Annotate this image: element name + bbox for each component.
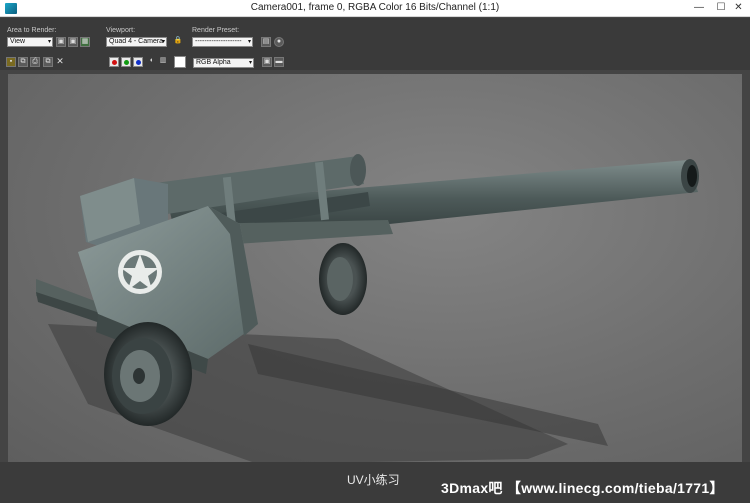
window-title: Camera001, frame 0, RGBA Color 16 Bits/C… — [250, 2, 500, 13]
blue-channel-toggle[interactable] — [133, 57, 143, 67]
chevron-down-icon: ▾ — [248, 60, 252, 66]
viewport-value: Quad 4 - Camera — [109, 38, 164, 45]
color-swatch[interactable] — [174, 56, 186, 68]
auto-region-button[interactable]: ▣ — [68, 37, 78, 47]
render-toolbar: Area to Render: View ▾ ▣ ▣ ▦ Viewport: Q… — [0, 18, 750, 70]
channel-display-dropdown[interactable]: RGB Alpha ▾ — [193, 58, 254, 68]
render-preset-label: Render Preset: — [192, 27, 240, 34]
chevron-down-icon: ▾ — [161, 39, 165, 45]
viewport-dropdown[interactable]: Quad 4 - Camera ▾ — [106, 37, 167, 47]
title-bar: Camera001, frame 0, RGBA Color 16 Bits/C… — [0, 0, 750, 17]
red-channel-toggle[interactable] — [109, 57, 119, 67]
alpha-channel-icon[interactable]: ◐ — [147, 57, 157, 67]
red-channel-icon — [112, 60, 117, 65]
edit-region-button[interactable]: ▣ — [56, 37, 66, 47]
print-icon[interactable]: ⎙ — [30, 57, 40, 67]
save-image-icon[interactable]: ▪ — [6, 57, 16, 67]
clone-window-icon[interactable]: ⧉ — [18, 57, 28, 67]
caption-text: UV小练习 — [347, 473, 400, 487]
render-viewport — [8, 74, 742, 464]
area-to-render-label: Area to Render: — [7, 27, 57, 34]
region-select-button[interactable]: ▦ — [80, 37, 90, 47]
environment-button[interactable]: ● — [274, 37, 284, 47]
copy-image-icon[interactable]: ⧉ — [43, 57, 53, 67]
blue-channel-icon — [136, 60, 141, 65]
green-channel-icon — [124, 60, 129, 65]
viewport-label: Viewport: — [106, 27, 136, 34]
monochrome-icon[interactable]: ▥ — [158, 57, 168, 67]
chevron-down-icon: ▾ — [47, 39, 51, 45]
lock-icon[interactable]: 🔒 — [173, 37, 183, 47]
render-setup-button[interactable]: ▤ — [261, 37, 271, 47]
rendered-cannon-image — [36, 154, 699, 464]
area-to-render-dropdown[interactable]: View ▾ — [7, 37, 53, 47]
toggle-ui-overlay-icon[interactable]: ▣ — [262, 57, 272, 67]
render-preset-value: -------------------- — [195, 38, 242, 45]
minimize-button[interactable]: — — [688, 0, 710, 17]
chevron-down-icon: ▾ — [247, 39, 251, 45]
render-preset-dropdown[interactable]: -------------------- ▾ — [192, 37, 253, 47]
clear-icon[interactable]: ✕ — [55, 57, 65, 67]
area-to-render-value: View — [10, 38, 26, 45]
close-button[interactable]: ✕ — [727, 0, 750, 17]
watermark-text: 3Dmax吧 【www.linecg.com/tieba/1771】 — [441, 480, 724, 496]
toggle-ui-icon[interactable]: ▬ — [274, 57, 284, 67]
green-channel-toggle[interactable] — [121, 57, 131, 67]
channel-display-value: RGB Alpha — [196, 59, 231, 66]
